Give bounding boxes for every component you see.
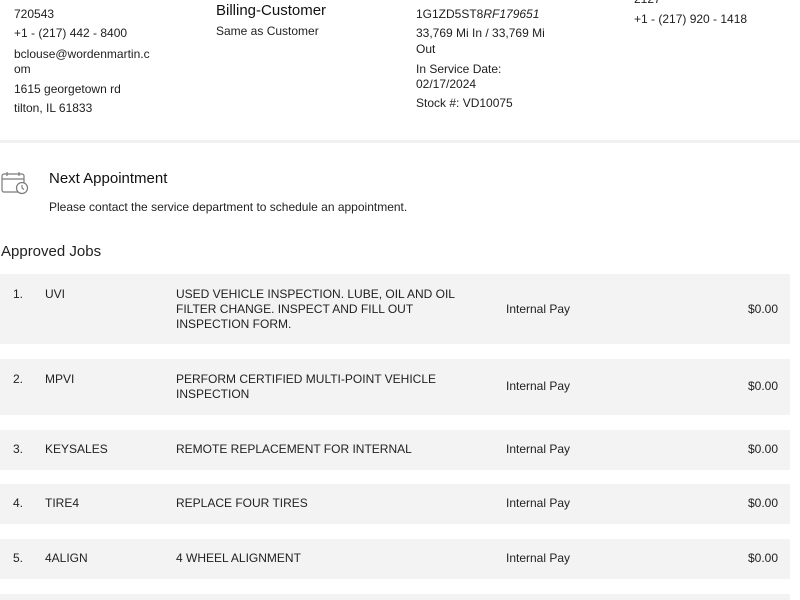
job-pay-type: Internal Pay	[506, 496, 571, 510]
job-row-partial	[0, 594, 790, 600]
customer-email-line1[interactable]: bclouse@wordenmartin.c	[14, 47, 150, 62]
calendar-clock-icon	[1, 171, 29, 195]
billing-value: Same as Customer	[216, 24, 319, 38]
job-row[interactable]: 4. TIRE4 REPLACE FOUR TIRES Internal Pay…	[0, 484, 790, 524]
job-pay-type: Internal Pay	[506, 551, 571, 565]
job-description: 4 WHEEL ALIGNMENT	[176, 551, 301, 565]
job-pay-type: Internal Pay	[506, 302, 571, 316]
vin-prefix: 1G1ZD5ST8	[416, 7, 484, 21]
job-description: REMOTE REPLACEMENT FOR INTERNAL	[176, 442, 412, 456]
billing-title: Billing-Customer	[216, 2, 327, 19]
job-amount: $0.00	[747, 442, 778, 456]
job-pay-type: Internal Pay	[506, 379, 571, 393]
vehicle-mileage-line1: 33,769 Mi In / 33,769 Mi	[416, 26, 545, 40]
in-service-label: In Service Date:	[416, 62, 502, 76]
job-pay-type: Internal Pay	[506, 442, 571, 456]
job-amount: $0.00	[747, 551, 778, 565]
appointment-message: Please contact the service department to…	[49, 200, 408, 214]
stock-number: Stock #: VD10075	[416, 96, 513, 110]
job-code: MPVI	[45, 372, 75, 386]
job-description: USED VEHICLE INSPECTION. LUBE, OIL AND O…	[176, 287, 455, 331]
customer-address-line1: 1615 georgetown rd	[14, 82, 121, 96]
job-amount: $0.00	[747, 379, 778, 393]
job-number: 4.	[13, 496, 24, 510]
job-number: 3.	[13, 442, 24, 456]
vin-suffix: RF179651	[483, 7, 540, 21]
job-code: KEYSALES	[45, 442, 108, 456]
job-row[interactable]: 2. MPVI PERFORM CERTIFIED MULTI-POINT VE…	[0, 359, 790, 415]
job-code: 4ALIGN	[45, 551, 88, 565]
vehicle-mileage-line2: Out	[416, 42, 436, 56]
customer-phone[interactable]: +1 - (217) 442 - 8400	[14, 26, 127, 41]
customer-email-line2[interactable]: om	[14, 62, 31, 77]
contact-partial: 2127	[634, 0, 661, 7]
job-code: TIRE4	[45, 496, 80, 510]
section-divider	[0, 140, 800, 143]
job-code: UVI	[45, 287, 66, 301]
job-description: PERFORM CERTIFIED MULTI-POINT VEHICLE IN…	[176, 372, 437, 401]
job-row[interactable]: 3. KEYSALES REMOTE REPLACEMENT FOR INTER…	[0, 430, 790, 470]
job-number: 5.	[13, 551, 24, 565]
job-description: REPLACE FOUR TIRES	[176, 496, 308, 510]
job-row[interactable]: 1. UVI USED VEHICLE INSPECTION. LUBE, OI…	[0, 274, 790, 344]
job-number: 2.	[13, 372, 24, 386]
job-amount: $0.00	[747, 302, 778, 316]
customer-address-line2: tilton, IL 61833	[14, 101, 93, 115]
job-number: 1.	[13, 287, 24, 301]
job-amount: $0.00	[747, 496, 778, 510]
in-service-date: 02/17/2024	[416, 77, 477, 91]
approved-jobs-title: Approved Jobs	[1, 243, 102, 260]
customer-zip: 720543	[14, 7, 55, 21]
contact-phone[interactable]: +1 - (217) 920 - 1418	[634, 12, 747, 27]
vehicle-vin: 1G1ZD5ST8RF179651	[416, 7, 539, 22]
job-row[interactable]: 5. 4ALIGN 4 WHEEL ALIGNMENT Internal Pay…	[0, 539, 790, 579]
next-appointment-title: Next Appointment	[49, 170, 168, 187]
